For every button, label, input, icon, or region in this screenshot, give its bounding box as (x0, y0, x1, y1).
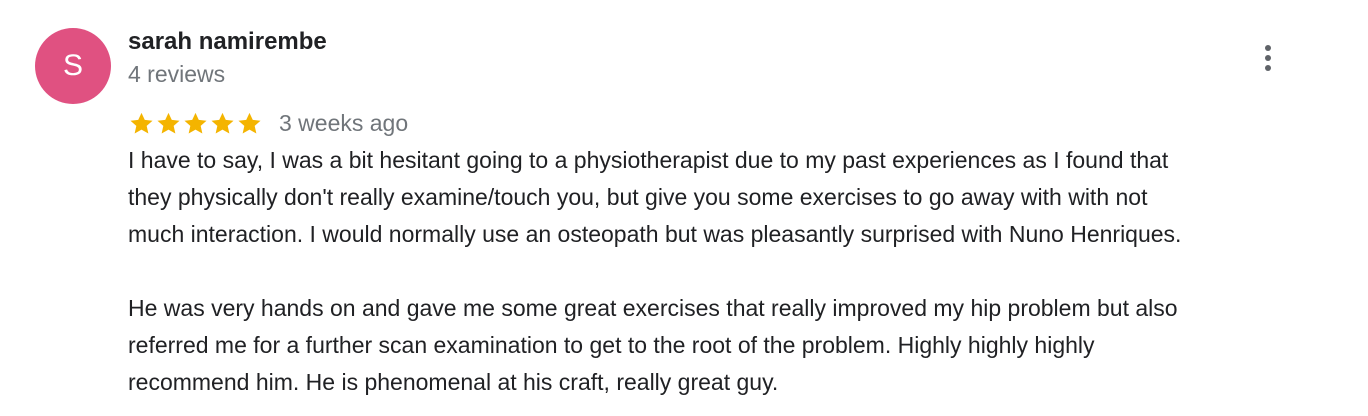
review-paragraph-2: He was very hands on and gave me some gr… (128, 295, 1178, 395)
review-text: I have to say, I was a bit hesitant goin… (128, 142, 1353, 401)
more-options-button[interactable] (1250, 40, 1286, 76)
star-icon (238, 112, 261, 134)
star-icon (211, 112, 234, 134)
star-icon (130, 112, 153, 134)
review-count[interactable]: 4 reviews (128, 61, 225, 88)
rating-row: 3 weeks ago (128, 108, 408, 138)
more-vert-icon (1265, 45, 1271, 71)
review-card: S sarah namirembe 4 reviews 3 weeks ago … (0, 0, 1368, 416)
avatar-initial: S (62, 49, 83, 82)
star-icon (157, 112, 180, 134)
review-paragraph-1: I have to say, I was a bit hesitant goin… (128, 147, 1182, 247)
author-name[interactable]: sarah namirembe (128, 28, 327, 56)
avatar[interactable]: S (35, 28, 111, 104)
star-rating (128, 110, 263, 137)
star-icon (184, 112, 207, 134)
review-date: 3 weeks ago (279, 109, 409, 136)
